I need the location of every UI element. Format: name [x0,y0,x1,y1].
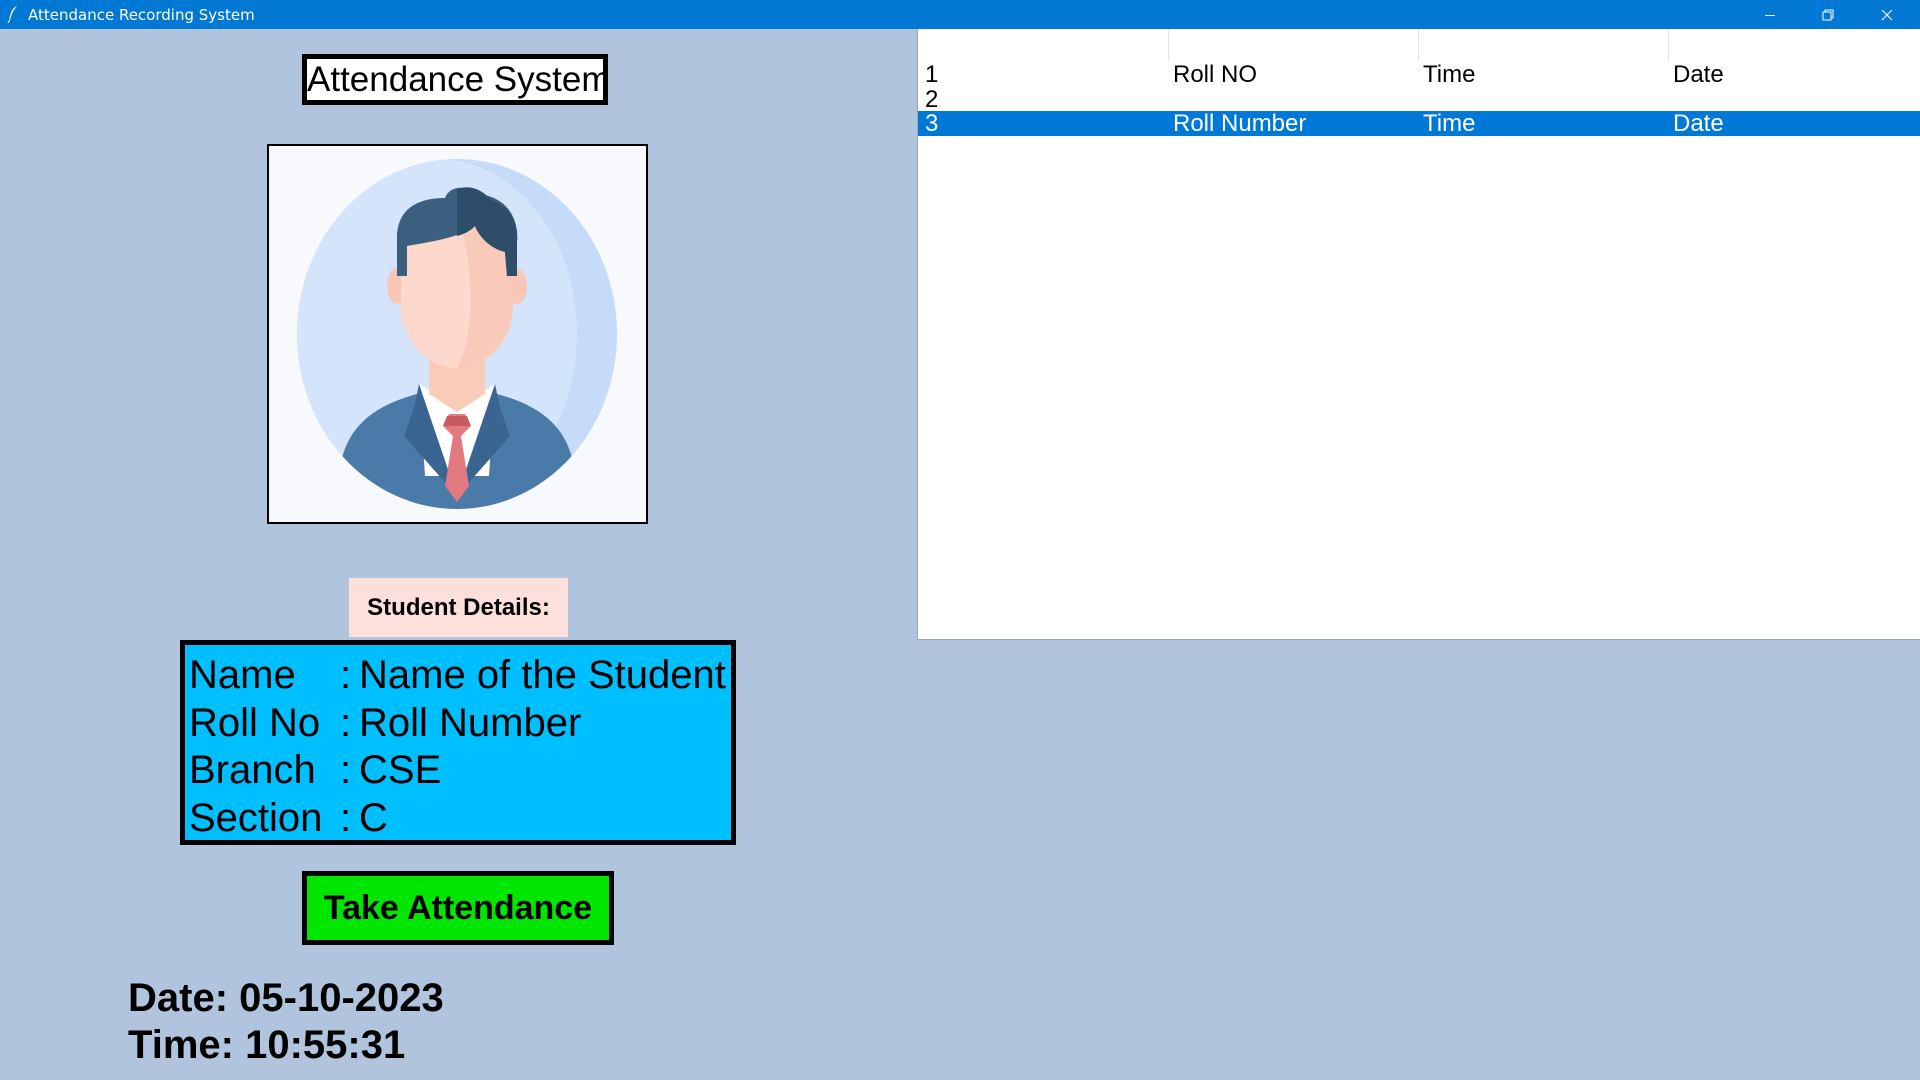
student-details-label: Student Details: [349,578,568,637]
restore-icon [1822,9,1834,20]
avatar [297,159,617,509]
title-bar[interactable]: Attendance Recording System [0,0,1920,29]
close-icon [1881,9,1893,20]
detail-value: CSE [359,748,442,792]
detail-value: Roll Number [359,701,582,745]
date-cell: Date [1673,61,1724,88]
detail-key: Roll No [189,701,321,745]
detail-value: C [359,796,388,840]
row-id-cell: 3 [925,110,939,137]
table-row-selected[interactable]: 3 Roll Number Time Date [918,111,1920,136]
take-attendance-button[interactable]: Take Attendance [302,871,614,945]
feather-icon [6,5,20,24]
minimize-button[interactable] [1741,0,1799,29]
detail-value: Name of the Student [359,653,726,697]
row-id-cell: 1 [925,61,939,88]
roll-cell: Roll NO [1173,61,1258,88]
table-row[interactable]: 1 Roll NO Time Date [918,62,1920,87]
attendance-table[interactable]: 1 Roll NO Time Date 2 3 Roll Number Time… [917,29,1920,640]
detail-separator: : [340,796,352,840]
student-details-panel: Name : Name of the Student Roll No : Rol… [180,640,736,845]
date-cell: Date [1673,110,1724,137]
table-row[interactable]: 2 [918,87,1920,112]
detail-key: Section [189,796,323,840]
row-id-cell: 2 [925,86,939,113]
column-separator[interactable] [1418,29,1419,61]
detail-key: Name [189,653,296,697]
roll-cell: Roll Number [1173,110,1307,137]
column-separator[interactable] [1668,29,1669,61]
page-title: Attendance System [302,54,608,105]
student-photo [267,144,648,524]
time-cell: Time [1423,61,1476,88]
time-cell: Time [1423,110,1476,137]
close-button[interactable] [1858,0,1916,29]
current-date: Date: 05-10-2023 [128,976,444,1020]
detail-key: Branch [189,748,316,792]
current-time: Time: 10:55:31 [128,1023,406,1067]
detail-separator: : [340,653,352,697]
column-separator[interactable] [1168,29,1169,61]
detail-separator: : [340,701,352,745]
detail-separator: : [340,748,352,792]
window-title: Attendance Recording System [28,6,255,24]
restore-button[interactable] [1799,0,1857,29]
minimize-icon [1765,14,1775,16]
